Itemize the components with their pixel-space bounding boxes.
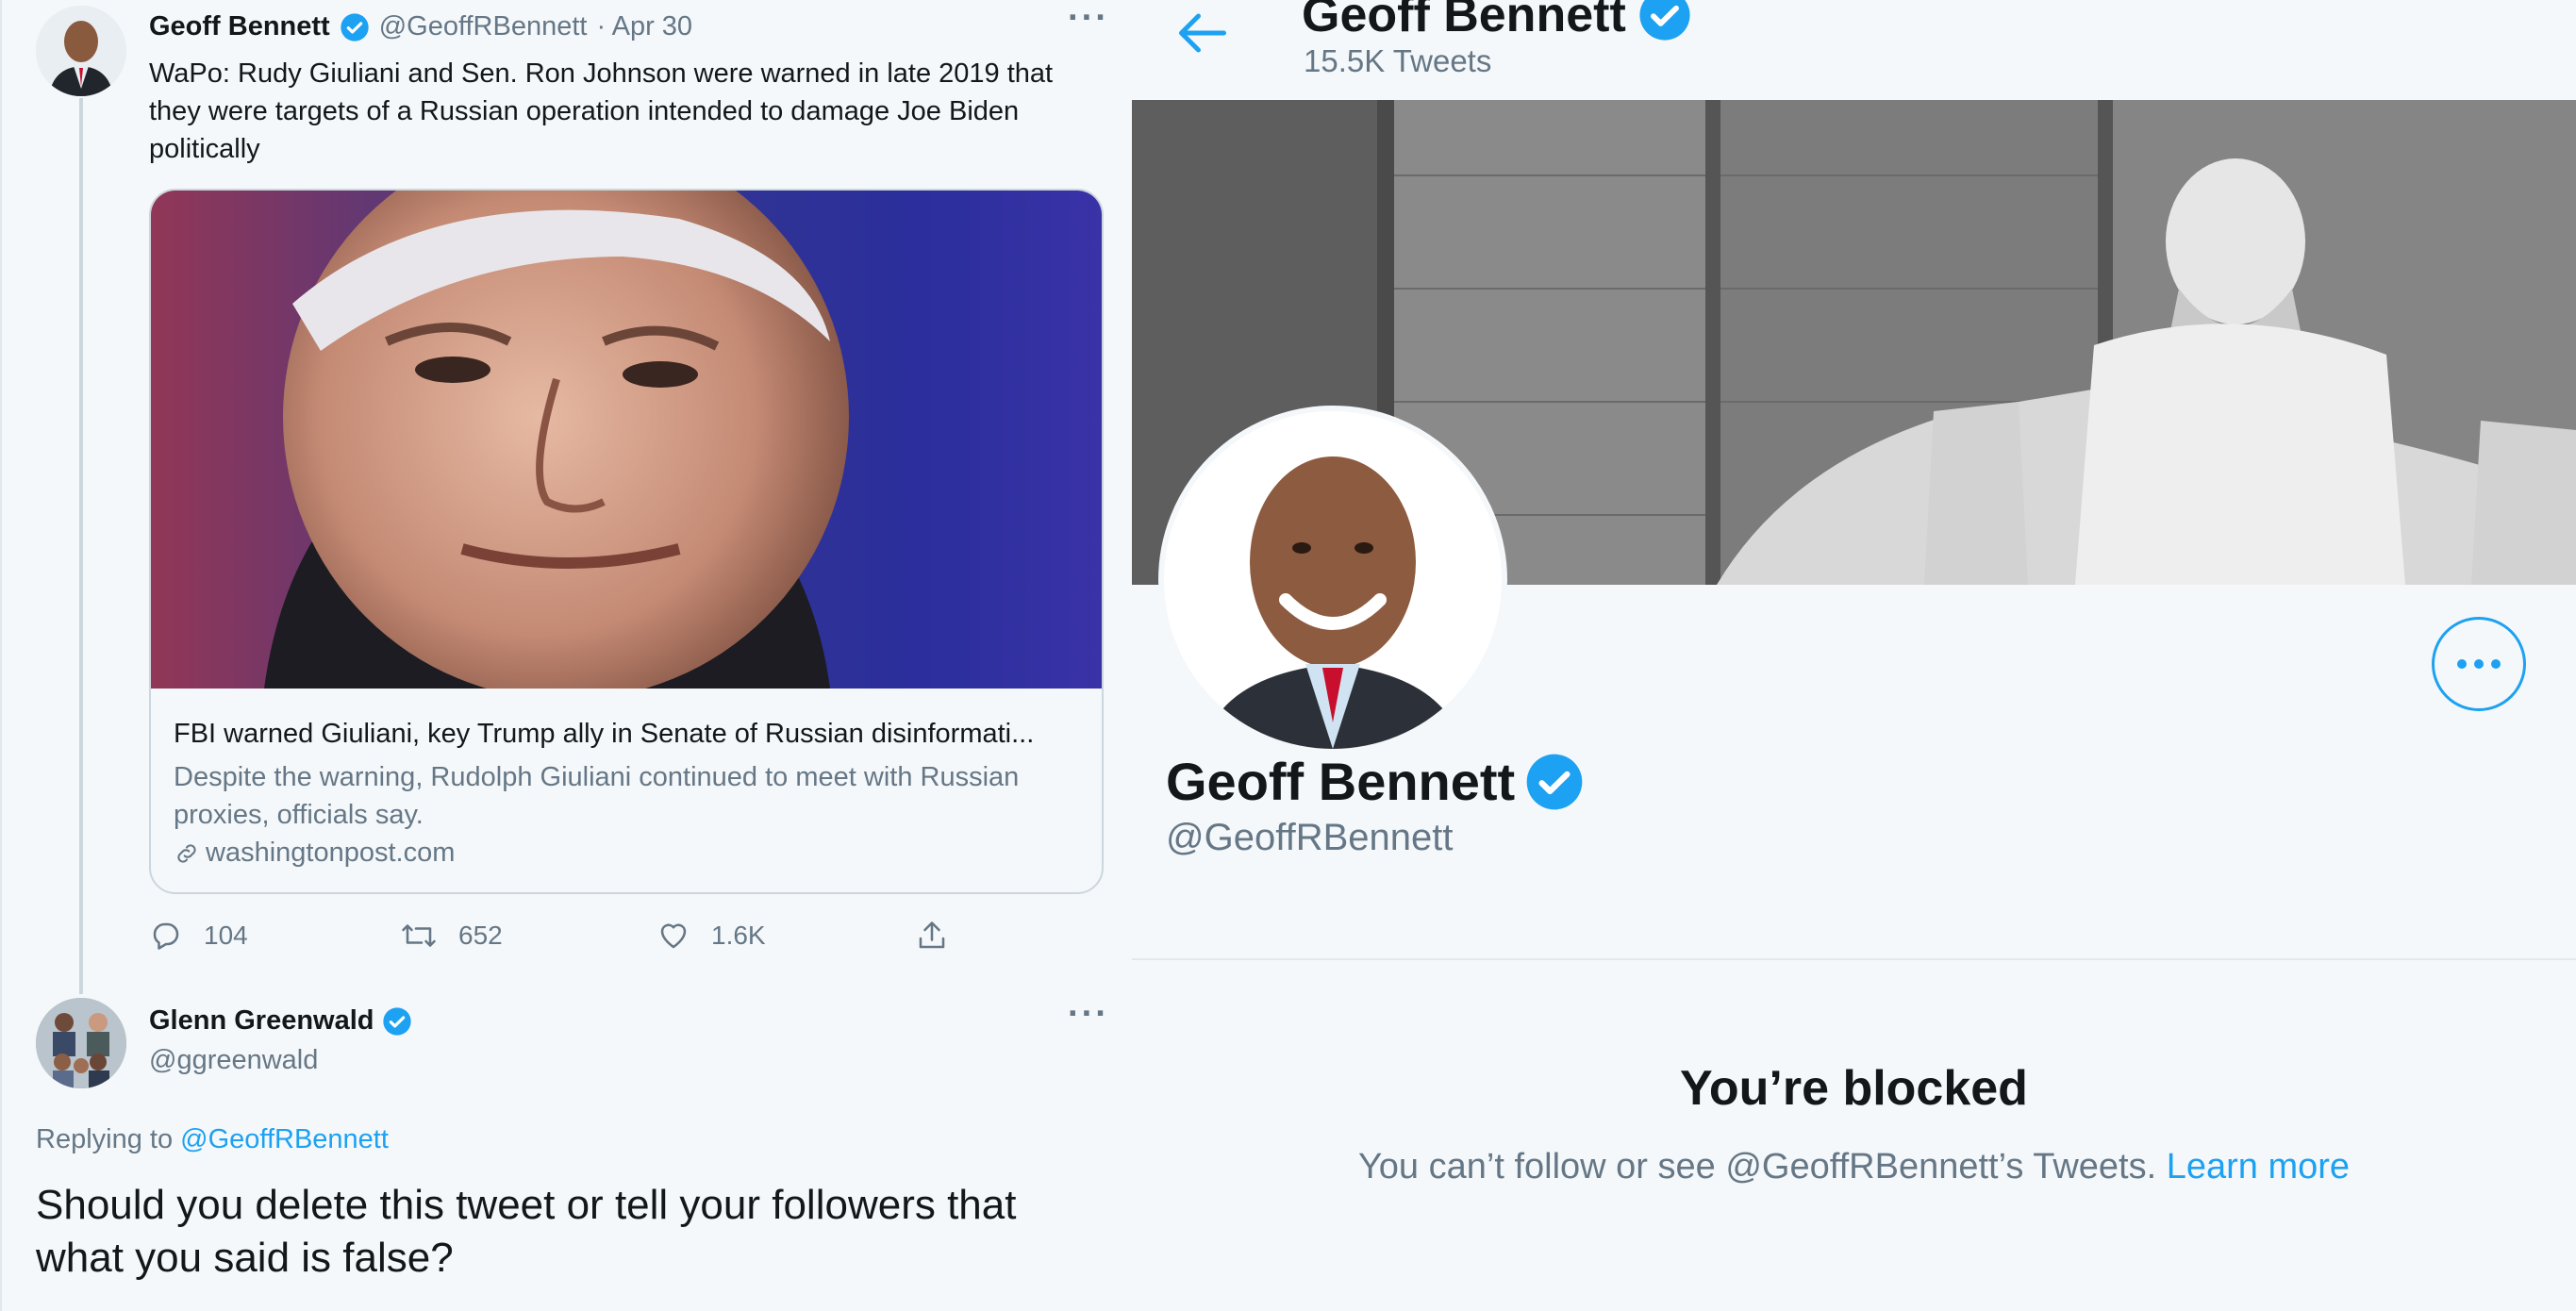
reply-author-handle[interactable]: @ggreenwald <box>149 1045 318 1076</box>
more-icon <box>2457 659 2501 669</box>
profile-handle: @GeoffRBennett <box>1166 817 1454 858</box>
profile-header-name-row: Geoff Bennett <box>1302 0 1692 43</box>
like-action[interactable]: 1.6K <box>656 919 766 953</box>
learn-more-link[interactable]: Learn more <box>2167 1147 2350 1187</box>
tweet-more-icon[interactable]: ··· <box>1068 0 1109 39</box>
glenn-greenwald-avatar[interactable] <box>36 998 126 1088</box>
tweet-author-name[interactable]: Geoff Bennett <box>149 11 330 42</box>
link-card-image <box>151 191 1102 689</box>
retweet-action[interactable]: 652 <box>400 919 503 953</box>
profile-panel: Geoff Bennett 15.5K Tweets Geoff Bennett… <box>1132 0 2576 1311</box>
retweet-count: 652 <box>458 921 503 950</box>
tweet-header: Geoff Bennett @GeoffRBennett · Apr 30 <box>149 11 692 42</box>
link-card-title: FBI warned Giuliani, key Trump ally in S… <box>174 719 1035 749</box>
group-photo-icon <box>36 998 126 1088</box>
reply-icon <box>153 922 179 950</box>
replying-to-label: Replying to <box>36 1124 174 1154</box>
link-card-domain-row: washingtonpost.com <box>174 838 455 869</box>
back-arrow-icon[interactable] <box>1177 11 1228 55</box>
blocked-title: You’re blocked <box>1680 1061 2028 1116</box>
profile-header-name: Geoff Bennett <box>1302 0 1626 42</box>
heart-icon <box>660 923 687 949</box>
like-count: 1.6K <box>711 921 766 950</box>
share-action[interactable] <box>915 919 949 953</box>
thread-connector-line <box>79 98 83 994</box>
reply-action[interactable]: 104 <box>149 919 248 953</box>
share-icon <box>919 921 945 949</box>
profile-more-button[interactable] <box>2432 617 2526 711</box>
reply-count: 104 <box>204 921 248 950</box>
reply-author-name[interactable]: Glenn Greenwald <box>149 1005 374 1037</box>
retweet-icon <box>402 924 436 947</box>
tweet-date[interactable]: · Apr 30 <box>596 11 692 42</box>
tweet-author-handle[interactable]: @GeoffRBennett <box>379 11 588 42</box>
profile-name-row: Geoff Bennett <box>1166 751 1585 812</box>
blocked-message: You can’t follow or see @GeoffRBennett’s… <box>1357 1147 2157 1187</box>
reply-text: Should you delete this tweet or tell you… <box>36 1182 1017 1281</box>
link-card[interactable]: FBI warned Giuliani, key Trump ally in S… <box>149 189 1104 894</box>
divider <box>1132 958 2576 960</box>
verified-badge-icon <box>1639 0 1690 41</box>
verified-badge-icon <box>1526 754 1583 809</box>
profile-tweet-count: 15.5K Tweets <box>1304 43 1492 78</box>
replying-to-handle[interactable]: @GeoffRBennett <box>180 1124 389 1154</box>
link-card-description: Despite the warning, Rudolph Giuliani co… <box>174 762 1020 830</box>
person-photo-icon <box>1164 411 1502 749</box>
link-card-domain: washingtonpost.com <box>206 838 456 868</box>
giuliani-photo-icon <box>151 191 1102 689</box>
verified-badge-icon <box>382 1006 411 1036</box>
person-photo-icon <box>36 6 126 96</box>
tweet-thread-panel: Geoff Bennett @GeoffRBennett · Apr 30 ··… <box>0 0 1132 1311</box>
profile-name: Geoff Bennett <box>1166 752 1516 811</box>
profile-avatar[interactable] <box>1158 406 1507 755</box>
replying-to-line: Replying to @GeoffRBennett <box>36 1124 389 1155</box>
tweet-text: WaPo: Rudy Giuliani and Sen. Ron Johnson… <box>149 58 1054 164</box>
geoff-bennett-avatar[interactable] <box>36 6 126 96</box>
reply-more-icon[interactable]: ··· <box>1068 994 1109 1035</box>
reply-author-row: Glenn Greenwald <box>149 1005 412 1037</box>
link-icon <box>177 843 196 863</box>
verified-badge-icon <box>341 12 369 41</box>
blocked-message-row: You can’t follow or see @GeoffRBennett’s… <box>1132 1147 2576 1187</box>
